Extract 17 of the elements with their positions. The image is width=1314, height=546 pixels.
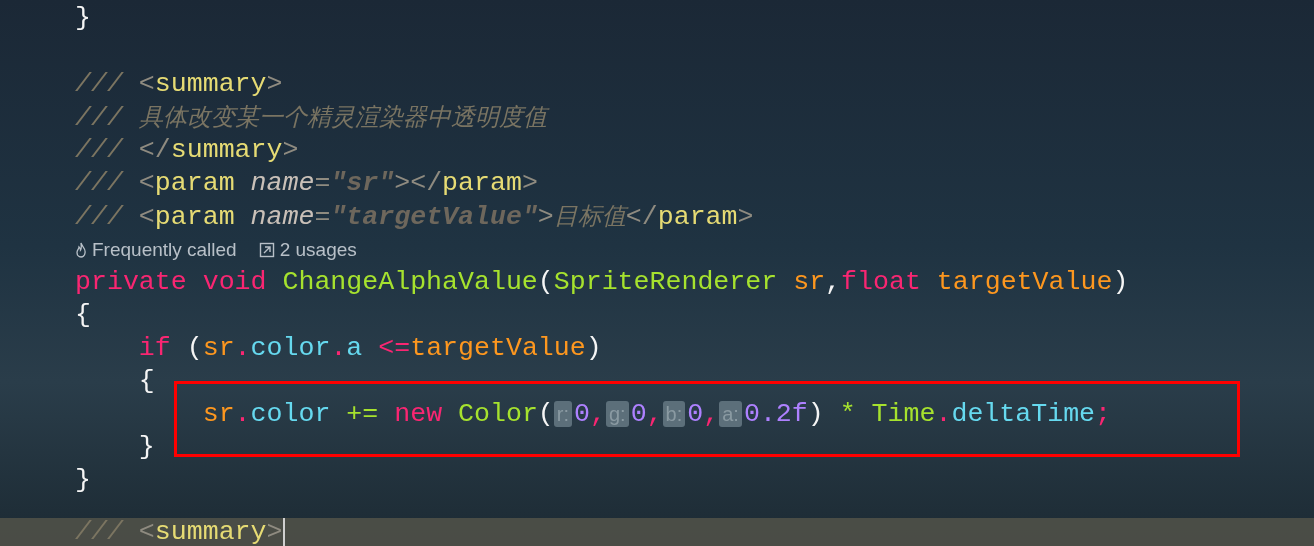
code-line: private void ChangeAlphaValue(SpriteRenderer sr,float targetValue)	[75, 266, 1129, 299]
code-line: /// <summary>	[75, 518, 283, 546]
code-line: {	[137, 365, 155, 398]
codelens-link[interactable]: 2 usages	[279, 233, 357, 266]
code-line: /// </summary>	[75, 134, 299, 167]
flame-icon	[75, 241, 87, 258]
code-line: }	[75, 2, 91, 35]
codelens-link[interactable]: Frequently called	[92, 233, 237, 266]
arrow-box-icon	[258, 241, 275, 258]
code-line: /// <param name="sr"></param>	[75, 167, 538, 200]
code-line: if (sr.color.a <=targetValue)	[137, 332, 602, 365]
code-line: }	[75, 464, 91, 497]
code-line: /// <param name="targetValue">目标值</param>	[75, 201, 754, 234]
code-line: }	[137, 431, 155, 464]
code-line: {	[75, 299, 91, 332]
text-caret	[283, 518, 285, 546]
code-line: /// <summary>	[75, 68, 283, 101]
